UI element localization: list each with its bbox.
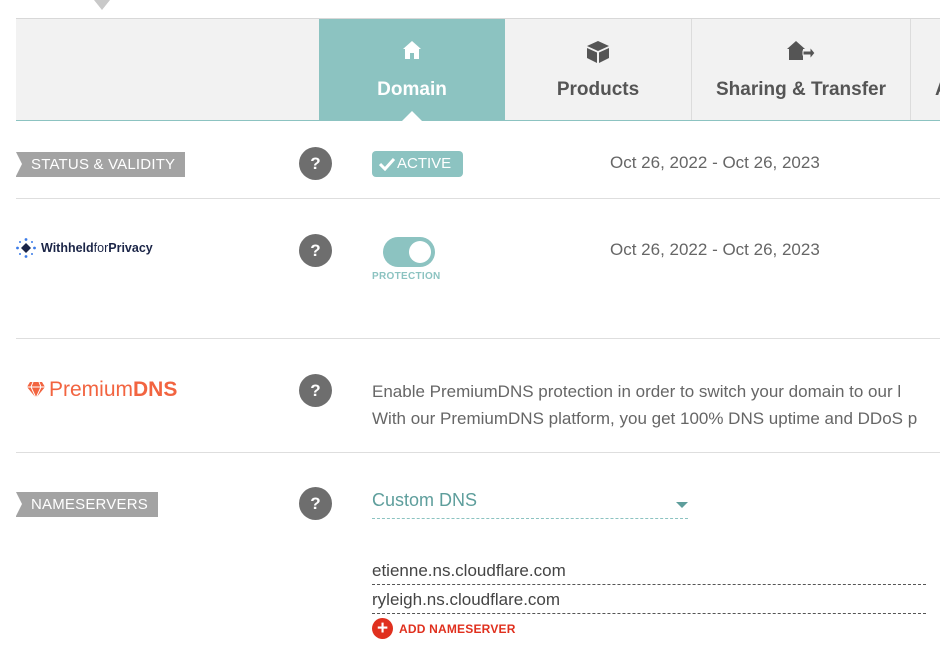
diamond-icon [94, 0, 110, 10]
gem-icon [27, 381, 45, 399]
wordmark-withheld: Withheld [41, 241, 94, 255]
tab-next-label: A [935, 79, 940, 101]
withheld-for-privacy-wordmark: WithheldforPrivacy [41, 241, 153, 255]
plus-icon: + [372, 618, 393, 639]
tab-sharing-transfer[interactable]: Sharing & Transfer [691, 19, 910, 120]
withheld-for-privacy-logo: WithheldforPrivacy [16, 238, 153, 258]
status-validity-label: STATUS & VALIDITY [16, 152, 186, 177]
nameservers-label: NAMESERVERS [16, 492, 158, 517]
divider [16, 338, 940, 339]
tab-next[interactable]: A [910, 19, 940, 120]
status-badge-text: ACTIVE [397, 155, 452, 172]
premiumdns-wordmark: PremiumDNS [49, 378, 177, 402]
tab-domain[interactable]: Domain [319, 19, 505, 120]
premiumdns-description: Enable PremiumDNS protection in order to… [372, 378, 940, 432]
nameservers-help-button[interactable]: ? [299, 487, 332, 520]
premiumdns-logo: PremiumDNS [26, 378, 177, 402]
status-validity-dates: Oct 26, 2022 - Oct 26, 2023 [610, 153, 820, 172]
wordmark-for: for [93, 241, 109, 255]
premiumdns-description-line: Enable PremiumDNS protection in order to… [372, 382, 902, 401]
divider [16, 452, 940, 453]
nameserver-input-2[interactable] [372, 587, 926, 614]
nameserver-input-1[interactable] [372, 558, 926, 585]
wordmark-dns: DNS [133, 378, 178, 401]
add-nameserver-label: ADD NAMESERVER [399, 621, 516, 636]
tab-products[interactable]: Products [505, 19, 691, 120]
withheld-for-privacy-logo-icon [16, 238, 36, 258]
home-icon [403, 41, 421, 59]
house-arrow-icon [787, 41, 816, 61]
privacy-protection-toggle[interactable] [383, 237, 435, 267]
privacy-toggle-label: PROTECTION [372, 271, 441, 282]
privacy-dates: Oct 26, 2022 - Oct 26, 2023 [610, 240, 820, 259]
wordmark-premium: Premium [49, 378, 134, 401]
premiumdns-description-line: With our PremiumDNS platform, you get 10… [372, 409, 918, 428]
tab-domain-label: Domain [377, 79, 447, 100]
tab-sharing-transfer-label: Sharing & Transfer [716, 79, 886, 100]
status-help-button[interactable]: ? [299, 147, 332, 180]
dns-type-select[interactable]: Custom DNS [372, 490, 688, 519]
toggle-knob [409, 241, 431, 263]
wordmark-privacy: Privacy [108, 241, 153, 255]
add-nameserver-button[interactable]: + ADD NAMESERVER [372, 618, 516, 639]
status-badge: ACTIVE [372, 151, 463, 177]
check-icon [378, 157, 396, 172]
privacy-help-button[interactable]: ? [299, 234, 332, 267]
divider [16, 198, 940, 199]
tab-bar: Domain Products Sharing & Transfer A [16, 18, 940, 121]
premiumdns-help-button[interactable]: ? [299, 374, 332, 407]
box-icon [587, 41, 609, 63]
tab-products-label: Products [556, 79, 640, 100]
dns-type-selected: Custom DNS [372, 490, 478, 510]
chevron-down-icon [676, 502, 688, 508]
